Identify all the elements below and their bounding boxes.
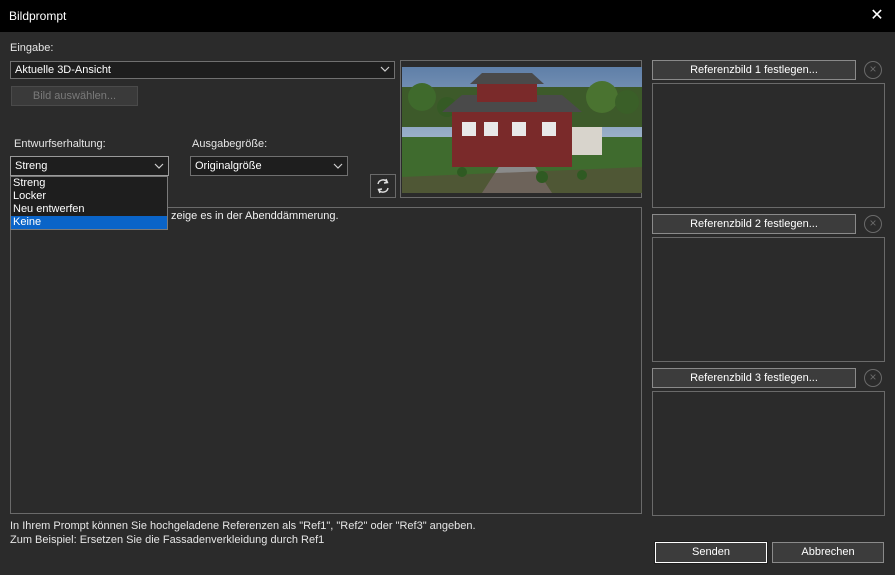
- set-reference-2-button[interactable]: Referenzbild 2 festlegen...: [652, 214, 856, 234]
- design-retention-dropdown: Streng Locker Neu entwerfen Keine: [10, 176, 168, 230]
- dropdown-option-keine[interactable]: Keine: [11, 216, 167, 229]
- reference-1-panel[interactable]: [652, 83, 885, 208]
- preview-image: [402, 67, 642, 193]
- remove-circle-icon[interactable]: ×: [864, 215, 882, 233]
- design-retention-label: Entwurfserhaltung:: [14, 138, 106, 150]
- output-size-label: Ausgabegröße:: [192, 138, 268, 150]
- output-size-value: Originalgröße: [195, 160, 262, 172]
- refresh-button[interactable]: [370, 174, 396, 198]
- prompt-text: zeige es in der Abenddämmerung.: [171, 210, 339, 222]
- hint-line-1: In Ihrem Prompt können Sie hochgeladene …: [10, 520, 476, 532]
- send-button[interactable]: Senden: [654, 541, 768, 564]
- set-reference-3-button[interactable]: Referenzbild 3 festlegen...: [652, 368, 856, 388]
- design-retention-select[interactable]: Streng: [10, 156, 169, 176]
- chevron-down-icon: [333, 163, 343, 169]
- cancel-button[interactable]: Abbrechen: [772, 542, 884, 563]
- design-retention-value: Streng: [15, 160, 48, 172]
- set-reference-1-button[interactable]: Referenzbild 1 festlegen...: [652, 60, 856, 80]
- input-label: Eingabe:: [10, 42, 54, 54]
- window-title: Bildprompt: [9, 9, 67, 23]
- refresh-icon: [377, 178, 389, 194]
- input-source-select[interactable]: Aktuelle 3D-Ansicht: [10, 61, 395, 79]
- dropdown-option-locker[interactable]: Locker: [11, 190, 167, 203]
- dropdown-option-neu-entwerfen[interactable]: Neu entwerfen: [11, 203, 167, 216]
- reference-3-panel[interactable]: [652, 391, 885, 516]
- close-icon[interactable]: ✕: [865, 4, 889, 28]
- dialog-body: Eingabe: Aktuelle 3D-Ansicht Bild auswäh…: [0, 32, 895, 575]
- chevron-down-icon: [380, 66, 390, 72]
- preview-frame: [400, 60, 642, 198]
- chevron-down-icon: [154, 163, 164, 169]
- remove-circle-icon[interactable]: ×: [864, 61, 882, 79]
- output-size-select[interactable]: Originalgröße: [190, 156, 348, 176]
- choose-image-button[interactable]: Bild auswählen...: [11, 86, 138, 106]
- remove-circle-icon[interactable]: ×: [864, 369, 882, 387]
- title-bar: Bildprompt ✕: [0, 0, 895, 32]
- prompt-textarea[interactable]: zeige es in der Abenddämmerung.: [10, 207, 642, 514]
- dropdown-option-streng[interactable]: Streng: [11, 177, 167, 190]
- reference-2-panel[interactable]: [652, 237, 885, 362]
- input-source-value: Aktuelle 3D-Ansicht: [15, 64, 111, 76]
- hint-line-2: Zum Beispiel: Ersetzen Sie die Fassadenv…: [10, 534, 325, 546]
